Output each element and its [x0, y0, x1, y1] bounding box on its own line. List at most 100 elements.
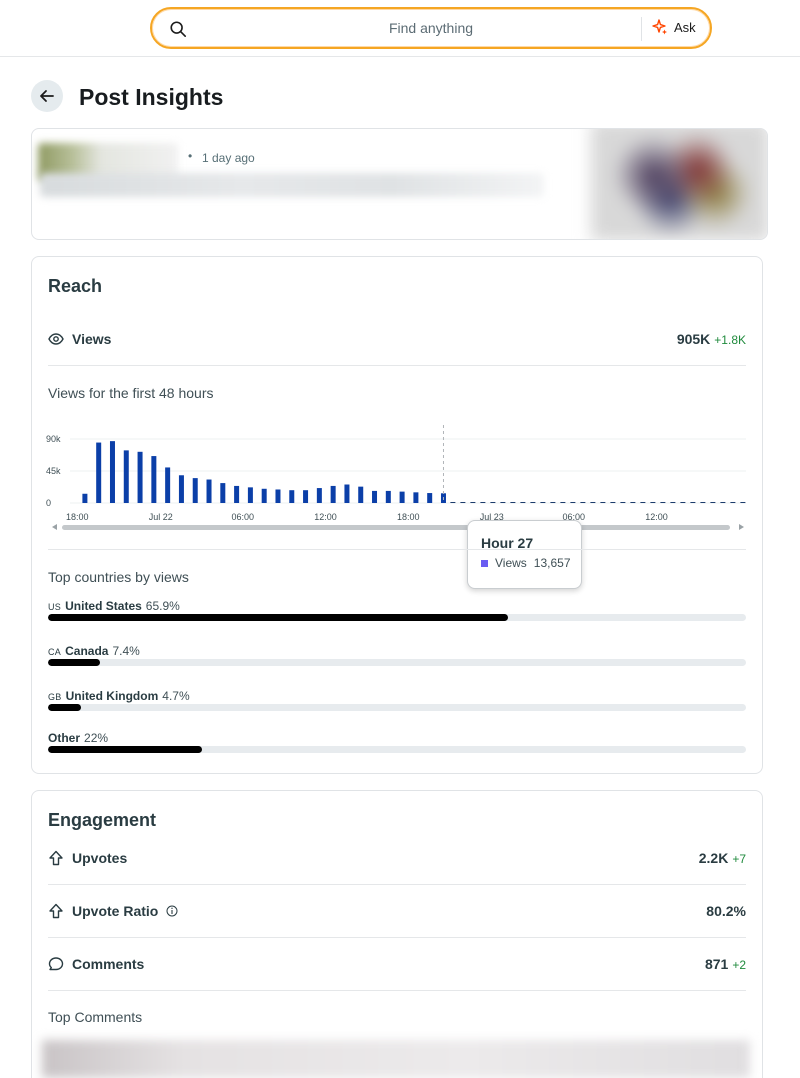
chart-bar — [96, 442, 102, 503]
tooltip-series: Views — [495, 556, 527, 570]
reach-title: Reach — [48, 276, 103, 296]
chart-bar — [109, 441, 115, 503]
comment-icon — [48, 957, 64, 971]
country-row: GB United Kingdom 4.7% — [48, 689, 746, 711]
top-comment-blurred — [42, 1040, 750, 1078]
x-tick-label: 12:00 — [645, 512, 668, 522]
comments-row: Comments 871 +2 — [48, 938, 746, 990]
chart-tooltip: Hour 27 Views 13,657 — [467, 520, 582, 589]
upvote-icon — [49, 850, 63, 866]
chart-bar — [358, 486, 364, 503]
chart-scrollbar — [62, 525, 730, 530]
tooltip-value: 13,657 — [533, 556, 571, 570]
eye-icon — [48, 333, 64, 345]
views-label: Views — [72, 331, 112, 347]
divider — [48, 990, 746, 991]
country-pct: 7.4% — [112, 644, 140, 658]
chart-bar — [261, 488, 267, 503]
upvote-ratio-row: Upvote Ratio 80.2% — [48, 885, 746, 937]
views-value: 905K — [676, 331, 711, 347]
country-bar-track — [48, 704, 746, 711]
chart-bar — [137, 451, 143, 503]
arrow-left-icon — [40, 90, 54, 102]
info-icon[interactable] — [166, 905, 178, 917]
page-title: Post Insights — [79, 84, 224, 110]
chart-bar — [234, 485, 240, 503]
x-tick-label: 06:00 — [232, 512, 255, 522]
comments-value: 871 — [704, 956, 729, 972]
chart-bar — [178, 475, 184, 503]
upvotes-label: Upvotes — [72, 850, 128, 866]
post-time: 1 day ago — [202, 151, 255, 165]
back-button[interactable] — [31, 80, 63, 112]
post-thumbnail — [591, 129, 767, 239]
views-delta: +1.8K — [714, 333, 746, 347]
country-name: United Kingdom — [65, 689, 159, 703]
search-divider — [641, 17, 642, 41]
chart-bar — [303, 490, 309, 503]
country-bar-track — [48, 614, 746, 621]
comments-label: Comments — [72, 956, 145, 972]
chart-label: Views for the first 48 hours — [48, 385, 214, 401]
country-bar-fill — [48, 659, 100, 666]
chart-bar — [330, 485, 336, 503]
x-tick-label: 18:00 — [66, 512, 89, 522]
country-pct: 22% — [84, 731, 109, 745]
ask-label: Ask — [674, 19, 696, 35]
chart-bar — [289, 490, 295, 503]
country-bar-track — [48, 659, 746, 666]
chart-bar — [385, 490, 391, 503]
divider — [48, 365, 746, 366]
country-code: GB — [48, 692, 62, 702]
country-bar-track — [48, 746, 746, 753]
post-separator: • — [188, 149, 193, 163]
country-bar-fill — [48, 614, 508, 621]
country-row: US United States 65.9% — [48, 599, 746, 621]
chart-bar — [316, 488, 322, 503]
country-row: CA Canada 7.4% — [48, 644, 746, 666]
post-preview-card[interactable]: • 1 day ago — [31, 128, 768, 240]
chart-bar — [192, 478, 198, 503]
engagement-card: Engagement Upvotes 2.2K +7 Upvote Ratio — [31, 790, 763, 1078]
chart-bar — [344, 484, 350, 503]
chart-bar — [399, 491, 405, 503]
country-pct: 4.7% — [162, 689, 190, 703]
top-bar: Find anything Ask — [0, 0, 800, 57]
country-name: Other — [48, 731, 81, 745]
chart-bar — [220, 483, 226, 503]
upvote-ratio-label: Upvote Ratio — [72, 903, 159, 919]
countries-label: Top countries by views — [48, 569, 189, 585]
upvote-icon — [49, 903, 63, 919]
top-comments-label: Top Comments — [48, 1009, 143, 1025]
search-placeholder: Find anything — [388, 20, 474, 36]
country-bar-fill — [48, 704, 81, 711]
views-chart[interactable]: 045k90k18:00 Jul 22 06:00 12:00 18:00 Jul 23 0… — [42, 421, 754, 539]
chart-bar — [372, 490, 378, 503]
ask-button[interactable]: Ask — [652, 19, 696, 35]
sparkle-icon — [652, 19, 667, 35]
x-tick-label: Jul 22 — [149, 512, 173, 522]
engagement-title: Engagement — [48, 810, 157, 830]
chart-bar — [206, 479, 212, 503]
tooltip-swatch — [481, 559, 488, 567]
chart-bar — [427, 493, 433, 503]
y-tick-label: 90k — [46, 434, 61, 444]
search-bar[interactable]: Find anything Ask — [150, 7, 712, 49]
chart-bar — [165, 467, 171, 503]
chart-bar — [151, 456, 157, 503]
upvotes-value: 2.2K — [698, 850, 729, 866]
x-tick-label: 18:00 — [397, 512, 420, 522]
chart-bar — [82, 493, 88, 503]
upvotes-row: Upvotes 2.2K +7 — [48, 832, 746, 884]
comments-delta: +2 — [732, 958, 746, 972]
country-pct: 65.9% — [145, 599, 180, 613]
chart-bar — [247, 487, 253, 503]
country-code: US — [48, 602, 62, 612]
scroll-right-arrow — [739, 524, 744, 530]
divider — [48, 549, 746, 550]
reach-card: Reach Views 905K +1.8K Views for the fir… — [31, 256, 763, 774]
upvote-ratio-value: 80.2% — [706, 903, 746, 919]
upvotes-delta: +7 — [732, 852, 746, 866]
y-tick-label: 0 — [46, 498, 51, 508]
country-row: Other 22% — [48, 731, 746, 753]
